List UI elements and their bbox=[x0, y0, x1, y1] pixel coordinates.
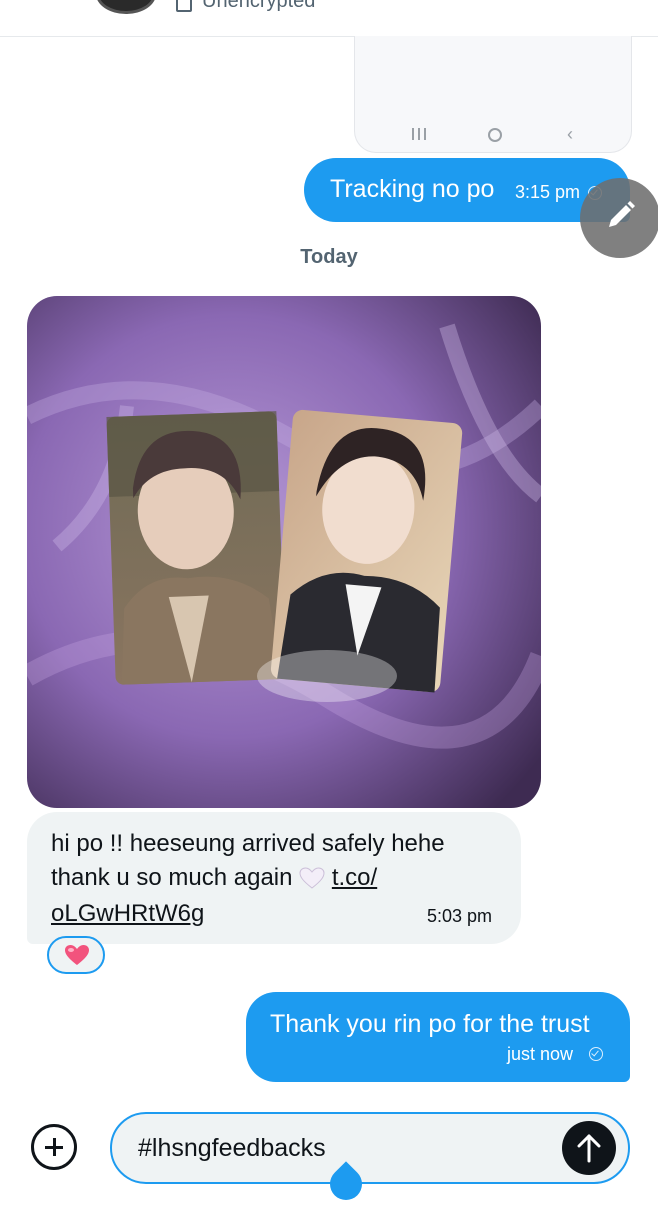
screenshot-preview[interactable]: ‹ bbox=[354, 36, 632, 153]
message-time: just now bbox=[507, 1044, 574, 1064]
white-heart-icon bbox=[299, 867, 325, 889]
lock-icon bbox=[176, 0, 192, 12]
message-time: 5:03 pm bbox=[427, 906, 493, 926]
message-text-line: thank u so much again t.co/ bbox=[51, 864, 377, 892]
photo-message[interactable] bbox=[27, 296, 541, 808]
reaction-badge[interactable] bbox=[47, 936, 105, 974]
home-icon bbox=[488, 128, 502, 142]
pencil-icon bbox=[609, 201, 635, 227]
photocard-image bbox=[27, 296, 541, 808]
message-time: 3:15 pm bbox=[515, 182, 581, 202]
message-bubble-incoming[interactable]: hi po !! heeseung arrived safely hehe th… bbox=[27, 812, 521, 944]
message-input[interactable] bbox=[138, 1132, 548, 1164]
encryption-status: Unencrypted bbox=[202, 0, 316, 12]
message-text-line: hi po !! heeseung arrived safely hehe bbox=[51, 830, 445, 857]
sent-check-icon bbox=[589, 1047, 603, 1061]
send-button[interactable] bbox=[562, 1121, 616, 1175]
message-composer bbox=[110, 1112, 630, 1184]
date-separator: Today bbox=[300, 246, 358, 268]
recent-apps-icon bbox=[412, 128, 426, 140]
back-icon: ‹ bbox=[567, 124, 573, 144]
message-link[interactable]: t.co/ bbox=[332, 864, 377, 891]
message-bubble-outgoing[interactable]: Thank you rin po for the trust just now bbox=[246, 992, 630, 1082]
conversation-header: Unencrypted bbox=[0, 0, 658, 37]
message-link[interactable]: oLGwHRtW6g bbox=[51, 900, 204, 928]
arrow-up-icon bbox=[577, 1134, 601, 1163]
plus-circle-icon[interactable] bbox=[31, 1124, 77, 1170]
pink-heart-icon bbox=[65, 945, 89, 965]
message-text: Thank you rin po for the trust bbox=[270, 1010, 590, 1038]
avatar[interactable] bbox=[96, 0, 156, 14]
message-text: Tracking no po bbox=[330, 175, 495, 203]
message-text: thank u so much again bbox=[51, 864, 293, 891]
